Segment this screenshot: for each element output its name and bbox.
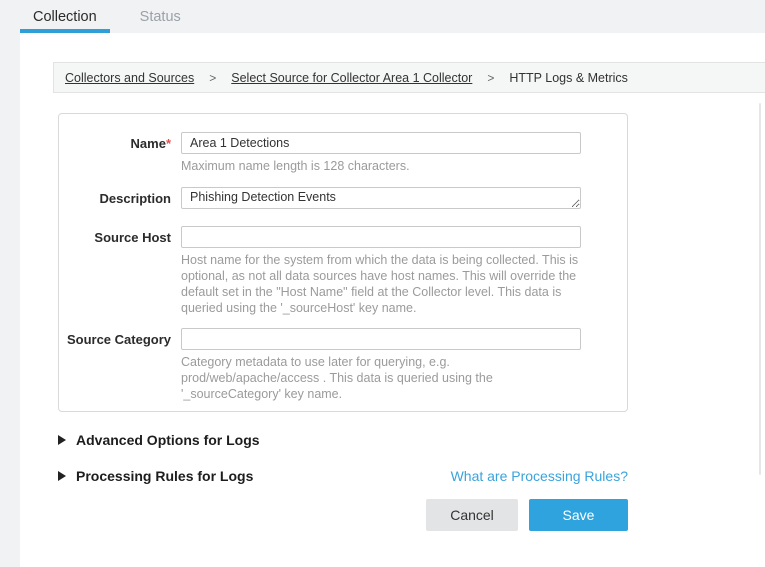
tab-status-label: Status [140, 9, 181, 25]
tab-collection-label: Collection [33, 9, 97, 25]
breadcrumb-separator-icon: > [487, 71, 494, 85]
collapsed-triangle-icon [58, 471, 66, 481]
source-host-input[interactable] [181, 226, 581, 248]
advanced-options-toggle[interactable]: Advanced Options for Logs [58, 432, 260, 448]
processing-rules-toggle[interactable]: Processing Rules for Logs [58, 468, 253, 484]
tab-status[interactable]: Status [127, 0, 194, 33]
tab-bar: Collection Status [0, 0, 765, 33]
processing-rules-label: Processing Rules for Logs [76, 468, 253, 484]
advanced-options-row: Advanced Options for Logs [58, 432, 628, 448]
collapsed-triangle-icon [58, 435, 66, 445]
cancel-button[interactable]: Cancel [426, 499, 518, 531]
source-config-form: Name* Maximum name length is 128 charact… [58, 113, 628, 412]
breadcrumb: Collectors and Sources > Select Source f… [53, 62, 765, 93]
source-category-label: Source Category [59, 328, 171, 403]
source-category-helper-text: Category metadata to use later for query… [181, 355, 581, 403]
name-input[interactable] [181, 132, 581, 154]
name-label: Name* [59, 132, 171, 175]
processing-rules-help-link[interactable]: What are Processing Rules? [451, 468, 628, 484]
save-button[interactable]: Save [529, 499, 628, 531]
main-content: Collectors and Sources > Select Source f… [20, 33, 765, 567]
description-textarea[interactable]: Phishing Detection Events [181, 187, 581, 209]
source-host-field-row: Source Host Host name for the system fro… [59, 226, 627, 317]
breadcrumb-collectors-and-sources[interactable]: Collectors and Sources [65, 71, 194, 85]
advanced-options-label: Advanced Options for Logs [76, 432, 260, 448]
description-label: Description [59, 187, 171, 214]
processing-rules-row: Processing Rules for Logs What are Proce… [58, 468, 628, 484]
source-host-label: Source Host [59, 226, 171, 317]
breadcrumb-current-page: HTTP Logs & Metrics [509, 71, 628, 85]
tab-collection[interactable]: Collection [20, 0, 110, 33]
left-gutter [0, 33, 20, 567]
source-category-input[interactable] [181, 328, 581, 350]
description-field-row: Description Phishing Detection Events [59, 187, 627, 214]
name-helper-text: Maximum name length is 128 characters. [181, 159, 581, 175]
source-host-helper-text: Host name for the system from which the … [181, 253, 581, 317]
breadcrumb-separator-icon: > [209, 71, 216, 85]
breadcrumb-select-source[interactable]: Select Source for Collector Area 1 Colle… [231, 71, 472, 85]
source-category-field-row: Source Category Category metadata to use… [59, 328, 627, 403]
vertical-scrollbar[interactable] [759, 103, 761, 475]
form-actions: Cancel Save [58, 499, 628, 531]
required-asterisk: * [166, 136, 171, 151]
name-field-row: Name* Maximum name length is 128 charact… [59, 132, 627, 175]
